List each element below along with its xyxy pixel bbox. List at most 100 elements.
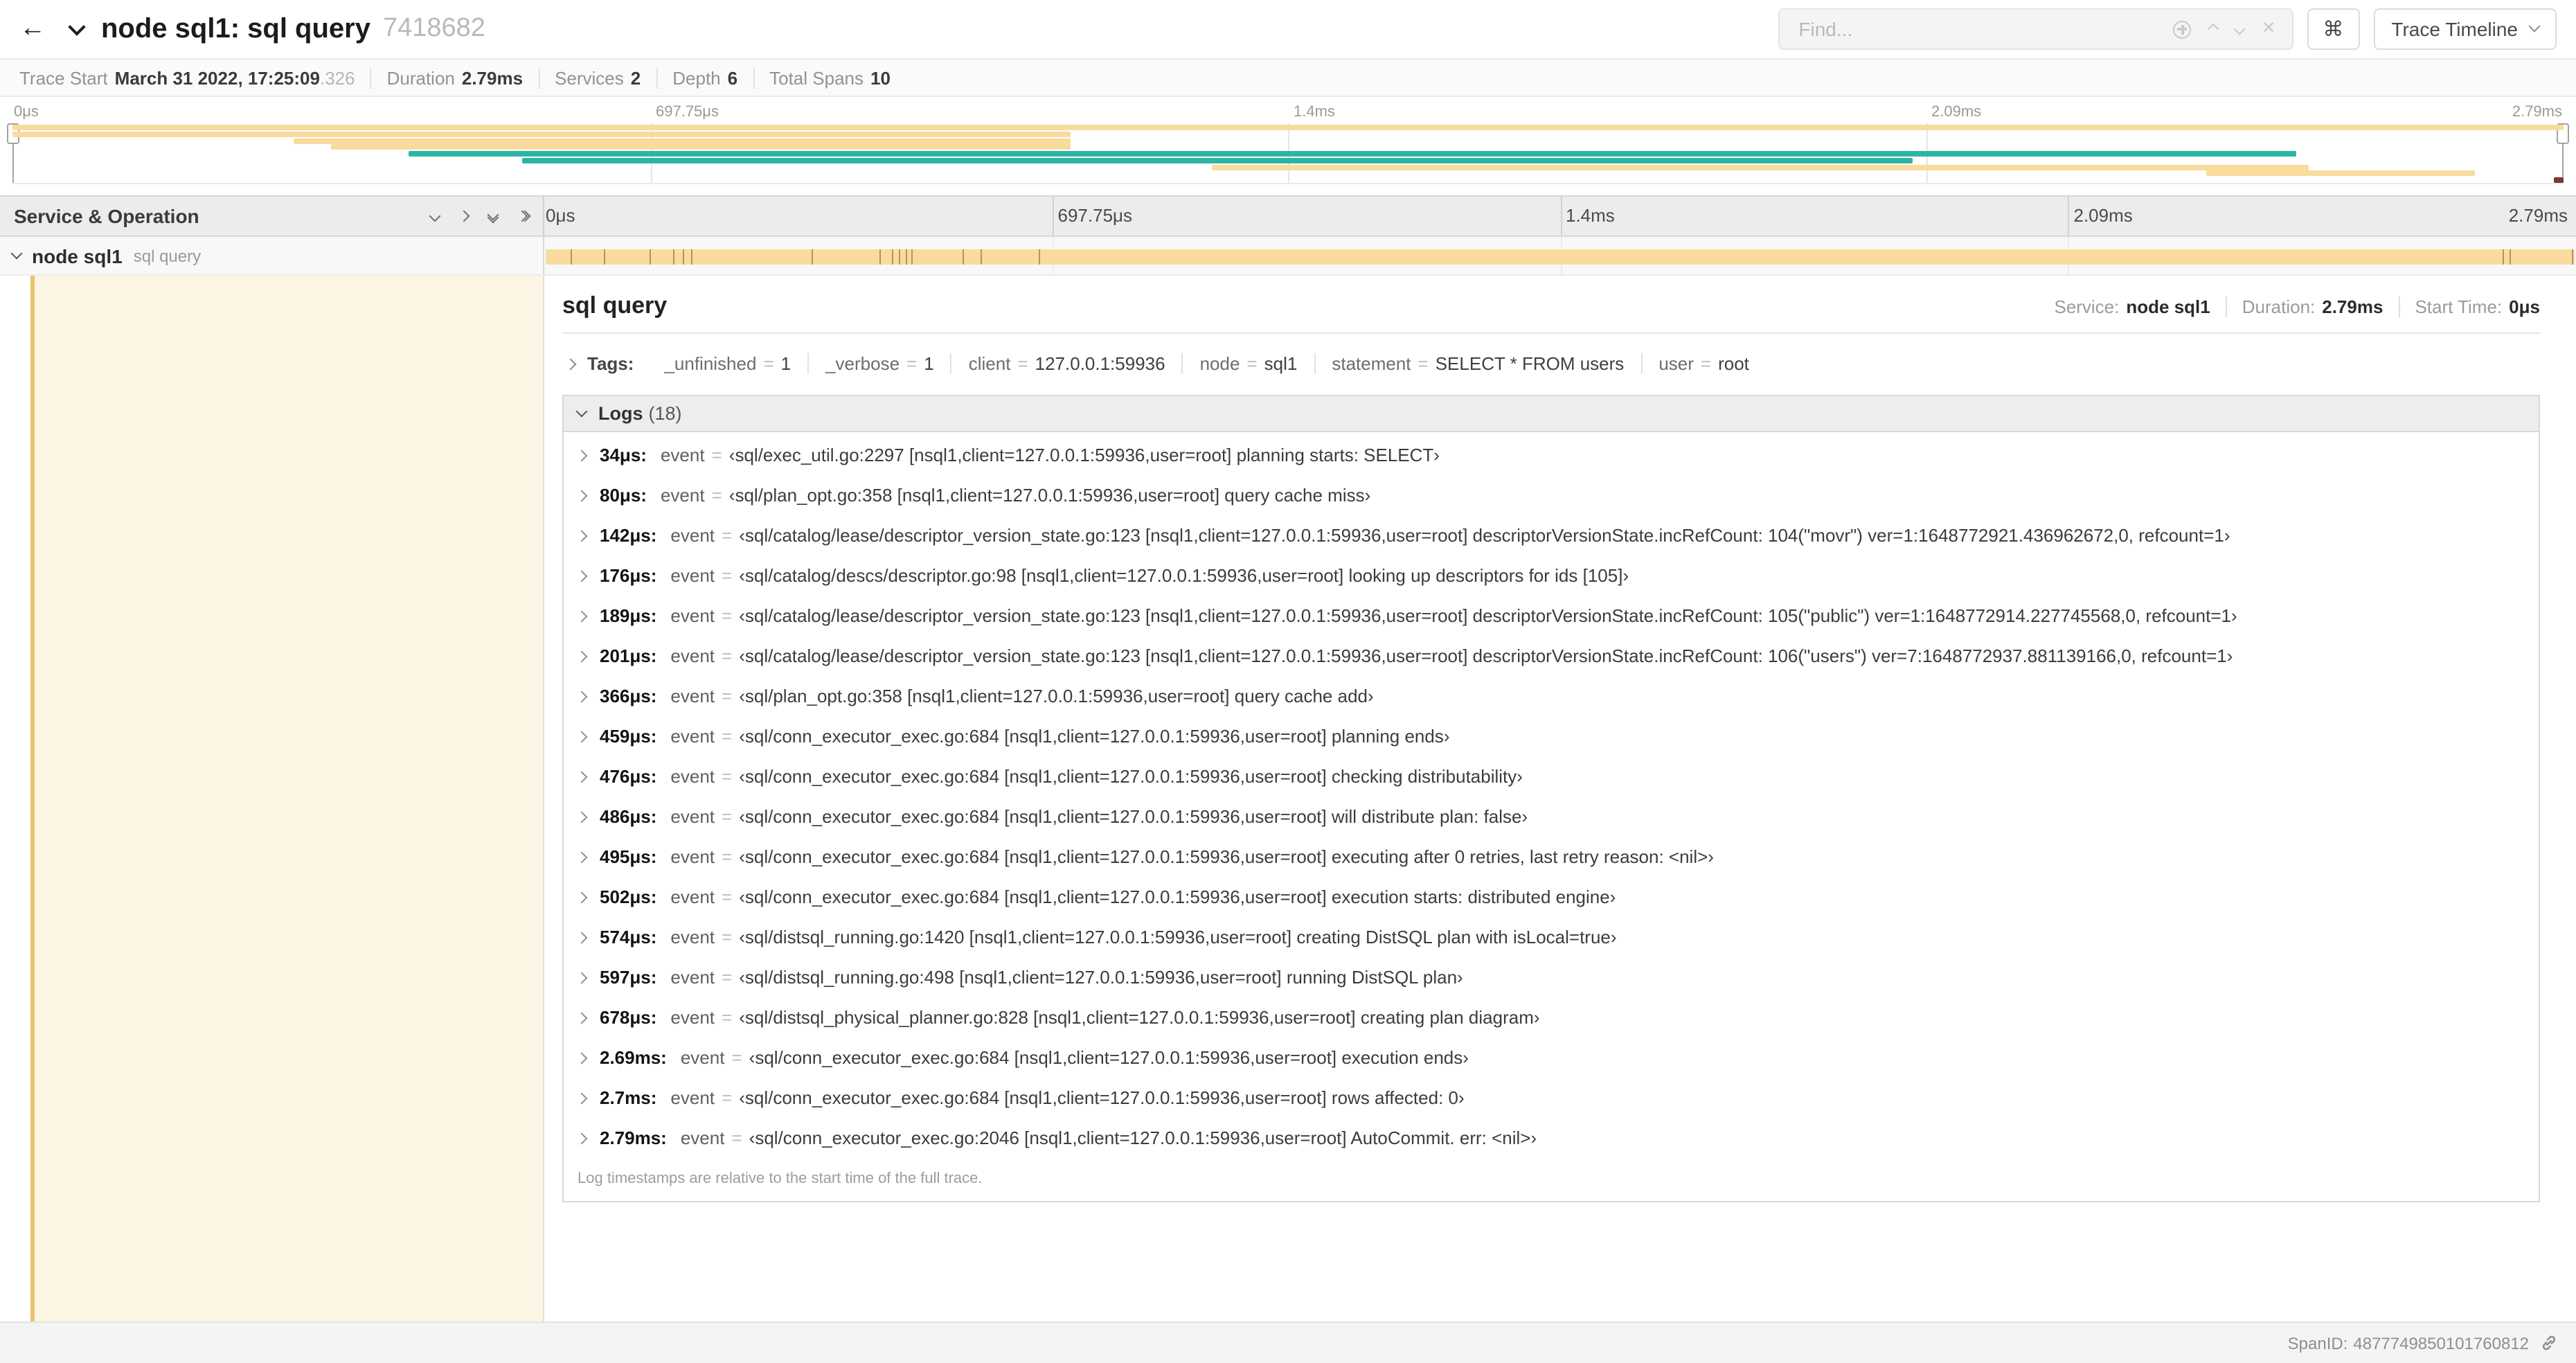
log-entry[interactable]: 2.7ms: event = ‹sql/conn_executor_exec.go:6… <box>564 1078 2539 1118</box>
chevron-right-icon <box>575 811 588 823</box>
log-entry[interactable]: 176μs: event = ‹sql/catalog/descs/descripto… <box>564 555 2539 596</box>
collapse-one-button[interactable] <box>429 210 441 222</box>
log-entry[interactable]: 189μs: event = ‹sql/catalog/lease/descripto… <box>564 596 2539 636</box>
log-message: ‹sql/conn_executor_exec.go:684 [nsql1,cl… <box>749 1047 1469 1068</box>
detail-name-column <box>0 276 544 1321</box>
log-entry[interactable]: 2.69ms: event = ‹sql/conn_executor_exec.go:… <box>564 1037 2539 1078</box>
log-entry[interactable]: 502μs: event = ‹sql/conn_executor_exec.go:6… <box>564 877 2539 917</box>
minimap-span <box>2553 177 2564 183</box>
tags-accordion[interactable]: Tags: _unfinished = 1 _verbose = 1 client = 12… <box>562 350 2540 381</box>
log-message: ‹sql/conn_executor_exec.go:684 [nsql1,cl… <box>739 726 1450 747</box>
log-timestamp: 2.79ms: <box>600 1128 667 1148</box>
log-timestamp: 476μs: <box>600 766 657 787</box>
minimap-span <box>1211 164 2309 170</box>
log-message: ‹sql/catalog/lease/descriptor_version_st… <box>739 605 2237 626</box>
span-id-label: SpanID: <box>2287 1333 2348 1353</box>
log-timestamp: 2.69ms: <box>600 1047 667 1068</box>
minimap-span <box>2206 170 2475 177</box>
log-marker <box>963 249 965 265</box>
keyboard-shortcuts-button[interactable]: ⌘ <box>2307 8 2360 50</box>
meta-start-time: Start Time: 0μs <box>2398 296 2540 317</box>
log-timestamp: 486μs: <box>600 806 657 827</box>
log-entry[interactable]: 486μs: event = ‹sql/conn_executor_exec.go:6… <box>564 796 2539 837</box>
span-bar[interactable] <box>546 249 2575 265</box>
find-input[interactable] <box>1796 17 2156 42</box>
log-entry[interactable]: 459μs: event = ‹sql/conn_executor_exec.go:6… <box>564 716 2539 756</box>
trace-timeline-page: ← node sql1: sql query 7418682 × ⌘ Trace… <box>0 0 2576 1363</box>
minimap-tick-labels: 0μs 697.75μs 1.4ms 2.09ms 2.79ms <box>12 97 2564 123</box>
chevron-down-icon[interactable] <box>10 247 23 259</box>
view-type-dropdown[interactable]: Trace Timeline <box>2373 8 2557 50</box>
minimap-graph[interactable] <box>7 123 2569 184</box>
page-title: node sql1: sql query <box>101 13 370 44</box>
log-marker <box>691 249 693 265</box>
log-entry[interactable]: 495μs: event = ‹sql/conn_executor_exec.go:6… <box>564 837 2539 877</box>
expand-all-button[interactable] <box>516 210 531 222</box>
span-footer: SpanID: 4877749850101760812 <box>0 1321 2576 1363</box>
collapse-all-button[interactable] <box>487 208 499 224</box>
timeline-collapse-controls <box>429 208 531 224</box>
meta-service: Service: node sql1 <box>2054 296 2210 317</box>
find-bar: × <box>1778 8 2293 50</box>
log-entry[interactable]: 2.79ms: event = ‹sql/conn_executor_exec.go:… <box>564 1118 2539 1158</box>
tag: user = root <box>1640 353 1766 374</box>
log-entry[interactable]: 201μs: event = ‹sql/catalog/lease/descripto… <box>564 636 2539 676</box>
log-marker <box>891 249 893 265</box>
trace-collapse-chevron-icon[interactable] <box>68 17 86 35</box>
log-timestamp: 574μs: <box>600 927 657 947</box>
zoom-matches-icon[interactable] <box>2173 20 2192 38</box>
clear-search-icon[interactable]: × <box>2262 17 2275 40</box>
log-timestamp: 2.7ms: <box>600 1087 657 1108</box>
log-marker <box>911 249 913 265</box>
log-timestamp: 678μs: <box>600 1007 657 1028</box>
log-entry[interactable]: 34μs: event = ‹sql/exec_util.go:2297 [nsql1… <box>564 435 2539 475</box>
log-entry[interactable]: 80μs: event = ‹sql/plan_opt.go:358 [nsql1,c… <box>564 475 2539 515</box>
prev-match-icon[interactable] <box>2208 23 2220 35</box>
log-message: ‹sql/catalog/lease/descriptor_version_st… <box>739 525 2230 546</box>
log-message: ‹sql/exec_util.go:2297 [nsql1,client=127… <box>728 445 1440 465</box>
log-message: ‹sql/plan_opt.go:358 [nsql1,client=127.0… <box>739 686 1374 706</box>
chevron-right-icon <box>564 357 577 370</box>
chevron-right-icon <box>575 570 588 582</box>
expand-one-button[interactable] <box>458 210 470 222</box>
minimap-scrubber-right[interactable] <box>2557 123 2569 183</box>
detail-row-accent <box>30 276 543 1321</box>
log-entry[interactable]: 476μs: event = ‹sql/conn_executor_exec.go:6… <box>564 756 2539 796</box>
view-type-label: Trace Timeline <box>2391 18 2518 40</box>
log-timestamp: 459μs: <box>600 726 657 747</box>
log-marker <box>673 249 675 265</box>
log-entry[interactable]: 366μs: event = ‹sql/plan_opt.go:358 [nsql1,… <box>564 676 2539 716</box>
minimap-span <box>293 138 1071 143</box>
span-name-cell[interactable]: node sql1 sql query <box>0 237 544 274</box>
chevron-right-icon <box>575 490 588 502</box>
trace-depth: Depth 6 <box>656 67 753 88</box>
span-id-value: 4877749850101760812 <box>2353 1333 2529 1353</box>
log-entry[interactable]: 678μs: event = ‹sql/distsql_physical_planne… <box>564 997 2539 1037</box>
log-entry[interactable]: 597μs: event = ‹sql/distsql_running.go:498 … <box>564 957 2539 997</box>
log-marker <box>1038 249 1040 265</box>
minimap-span <box>12 131 1071 137</box>
chevron-right-icon <box>575 449 588 462</box>
log-message: ‹sql/distsql_physical_planner.go:828 [ns… <box>739 1007 1540 1028</box>
log-timestamp: 189μs: <box>600 605 657 626</box>
log-entry[interactable]: 574μs: event = ‹sql/distsql_running.go:1420… <box>564 917 2539 957</box>
log-timestamp: 80μs: <box>600 485 647 506</box>
minimap-span <box>522 157 1913 163</box>
log-marker <box>2571 249 2573 265</box>
next-match-icon[interactable] <box>2234 23 2246 35</box>
back-button[interactable]: ← <box>19 14 46 44</box>
log-timestamp: 495μs: <box>600 846 657 867</box>
log-entry[interactable]: 142μs: event = ‹sql/catalog/lease/descripto… <box>564 515 2539 555</box>
tag: statement = SELECT * FROM users <box>1314 353 1640 374</box>
log-marker <box>812 249 814 265</box>
logs-header[interactable]: Logs (18) <box>564 396 2539 432</box>
log-timestamp: 502μs: <box>600 887 657 907</box>
meta-duration: Duration: 2.79ms <box>2225 296 2399 317</box>
deep-link-icon[interactable] <box>2540 1334 2558 1352</box>
log-message: ‹sql/catalog/descs/descriptor.go:98 [nsq… <box>739 565 1629 586</box>
chevron-right-icon <box>575 771 588 783</box>
log-list: 34μs: event = ‹sql/exec_util.go:2297 [nsql1… <box>564 432 2539 1158</box>
page-header: ← node sql1: sql query 7418682 × ⌘ Trace… <box>0 0 2576 58</box>
trace-summary-bar: Trace Start March 31 2022, 17:25:09.326 … <box>0 58 2576 97</box>
log-timestamp: 201μs: <box>600 645 657 666</box>
